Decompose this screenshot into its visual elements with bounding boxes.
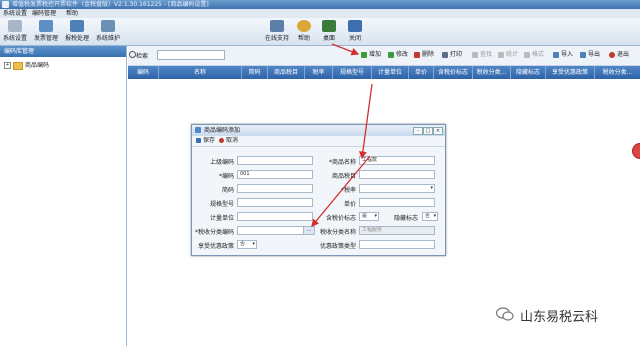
annotation-arrows: [311, 43, 373, 228]
wechat-logo-icon: [496, 307, 514, 321]
arrow-to-tax-category-code: [311, 155, 371, 228]
arrow-to-product-name: [359, 83, 373, 160]
arrow-to-add-button: [331, 43, 360, 56]
watermark-text: 山东易税云科: [520, 310, 599, 325]
